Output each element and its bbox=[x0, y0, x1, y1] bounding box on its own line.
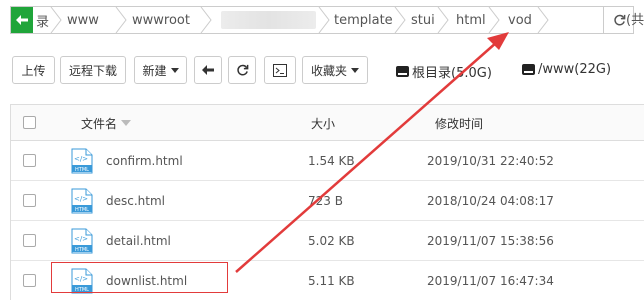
disk-www-link[interactable]: /www(22G) bbox=[522, 62, 611, 77]
svg-text:</>: </> bbox=[74, 155, 88, 163]
caret-down-icon bbox=[351, 67, 359, 73]
terminal-icon bbox=[273, 63, 287, 77]
favorites-label: 收藏夹 bbox=[310, 63, 347, 78]
breadcrumb-separator bbox=[114, 7, 128, 33]
file-mtime: 2019/11/07 15:38:56 bbox=[427, 234, 554, 248]
hard-disk-icon bbox=[396, 66, 409, 77]
disk-root-label: 根目录(5.0G) bbox=[412, 66, 492, 81]
caret-down-icon bbox=[170, 67, 179, 73]
row-checkbox[interactable] bbox=[23, 274, 36, 287]
column-header-name-label: 文件名 bbox=[81, 116, 118, 131]
row-checkbox[interactable] bbox=[23, 194, 36, 207]
file-name[interactable]: detail.html bbox=[106, 221, 171, 261]
upload-button[interactable]: 上传 bbox=[12, 56, 55, 84]
column-header-mtime[interactable]: 修改时间 bbox=[435, 105, 483, 141]
back-button[interactable] bbox=[11, 7, 33, 33]
file-size: 5.02 KB bbox=[308, 234, 355, 248]
table-row[interactable]: </> HTML detail.html 5.02 KB 2019/11/07 1… bbox=[11, 221, 644, 261]
breadcrumb-separator bbox=[487, 7, 501, 33]
svg-text:HTML: HTML bbox=[75, 247, 89, 253]
breadcrumb-separator bbox=[199, 7, 213, 33]
favorites-dropdown-button[interactable]: 收藏夹 bbox=[302, 56, 368, 84]
disk-www-label: /www(22G) bbox=[538, 62, 612, 77]
html-file-icon: </> HTML bbox=[71, 148, 93, 174]
disk-root-link[interactable]: 根目录(5.0G) bbox=[396, 62, 492, 81]
refresh-icon bbox=[236, 64, 248, 75]
breadcrumb-bar: 录 www wwwroot template stui html vod bbox=[10, 6, 634, 34]
file-count-partial: (共 bbox=[626, 13, 644, 28]
file-mtime: 2019/11/07 16:47:34 bbox=[427, 274, 554, 288]
breadcrumb-separator bbox=[393, 7, 407, 33]
refresh-icon bbox=[614, 14, 626, 25]
annotation-highlight-box bbox=[51, 262, 228, 293]
hard-disk-icon bbox=[522, 64, 535, 75]
breadcrumb-item-www[interactable]: www bbox=[67, 7, 99, 33]
svg-text:</>: </> bbox=[74, 235, 88, 243]
file-name[interactable]: confirm.html bbox=[106, 141, 183, 181]
select-all-checkbox[interactable] bbox=[23, 116, 36, 129]
new-label: 新建 bbox=[142, 63, 167, 78]
file-mtime: 2019/10/31 22:40:52 bbox=[427, 154, 554, 168]
row-checkbox[interactable] bbox=[23, 234, 36, 247]
arrow-left-icon bbox=[202, 65, 214, 75]
breadcrumb-separator bbox=[49, 7, 63, 33]
row-checkbox[interactable] bbox=[23, 154, 36, 167]
breadcrumb-item-partial[interactable]: 录 bbox=[36, 7, 49, 33]
breadcrumb-separator bbox=[536, 7, 550, 33]
svg-text:HTML: HTML bbox=[75, 167, 89, 173]
arrow-left-icon bbox=[16, 15, 28, 25]
svg-text:</>: </> bbox=[74, 195, 88, 203]
file-name[interactable]: desc.html bbox=[106, 181, 165, 221]
breadcrumb-separator bbox=[436, 7, 450, 33]
terminal-button[interactable] bbox=[264, 56, 296, 84]
html-file-icon: </> HTML bbox=[71, 188, 93, 214]
file-size: 5.11 KB bbox=[308, 274, 355, 288]
column-header-name[interactable]: 文件名 bbox=[81, 105, 132, 141]
redacted-breadcrumb-item[interactable] bbox=[221, 11, 316, 29]
refresh-button[interactable] bbox=[228, 56, 256, 84]
breadcrumb-item-stui[interactable]: stui bbox=[411, 7, 435, 33]
file-size: 723 B bbox=[308, 194, 343, 208]
column-header-size[interactable]: 大小 bbox=[311, 105, 335, 141]
file-size: 1.54 KB bbox=[308, 154, 355, 168]
breadcrumb-separator bbox=[317, 7, 331, 33]
remote-download-button[interactable]: 远程下载 bbox=[60, 56, 126, 84]
table-header: 文件名 大小 修改时间 bbox=[11, 105, 644, 141]
sort-down-icon bbox=[121, 120, 132, 126]
breadcrumb-item-wwwroot[interactable]: wwwroot bbox=[132, 7, 190, 33]
table-row[interactable]: </> HTML desc.html 723 B 2018/10/24 04:08… bbox=[11, 181, 644, 221]
svg-text:HTML: HTML bbox=[75, 207, 89, 213]
file-mtime: 2018/10/24 04:08:17 bbox=[427, 194, 554, 208]
breadcrumb-item-html[interactable]: html bbox=[456, 7, 486, 33]
table-row[interactable]: </> HTML confirm.html 1.54 KB 2019/10/31 … bbox=[11, 141, 644, 181]
breadcrumb-item-vod[interactable]: vod bbox=[508, 7, 532, 33]
breadcrumb-item-template[interactable]: template bbox=[334, 7, 393, 33]
html-file-icon: </> HTML bbox=[71, 228, 93, 254]
history-back-button[interactable] bbox=[194, 56, 222, 84]
new-dropdown-button[interactable]: 新建 bbox=[134, 56, 187, 84]
